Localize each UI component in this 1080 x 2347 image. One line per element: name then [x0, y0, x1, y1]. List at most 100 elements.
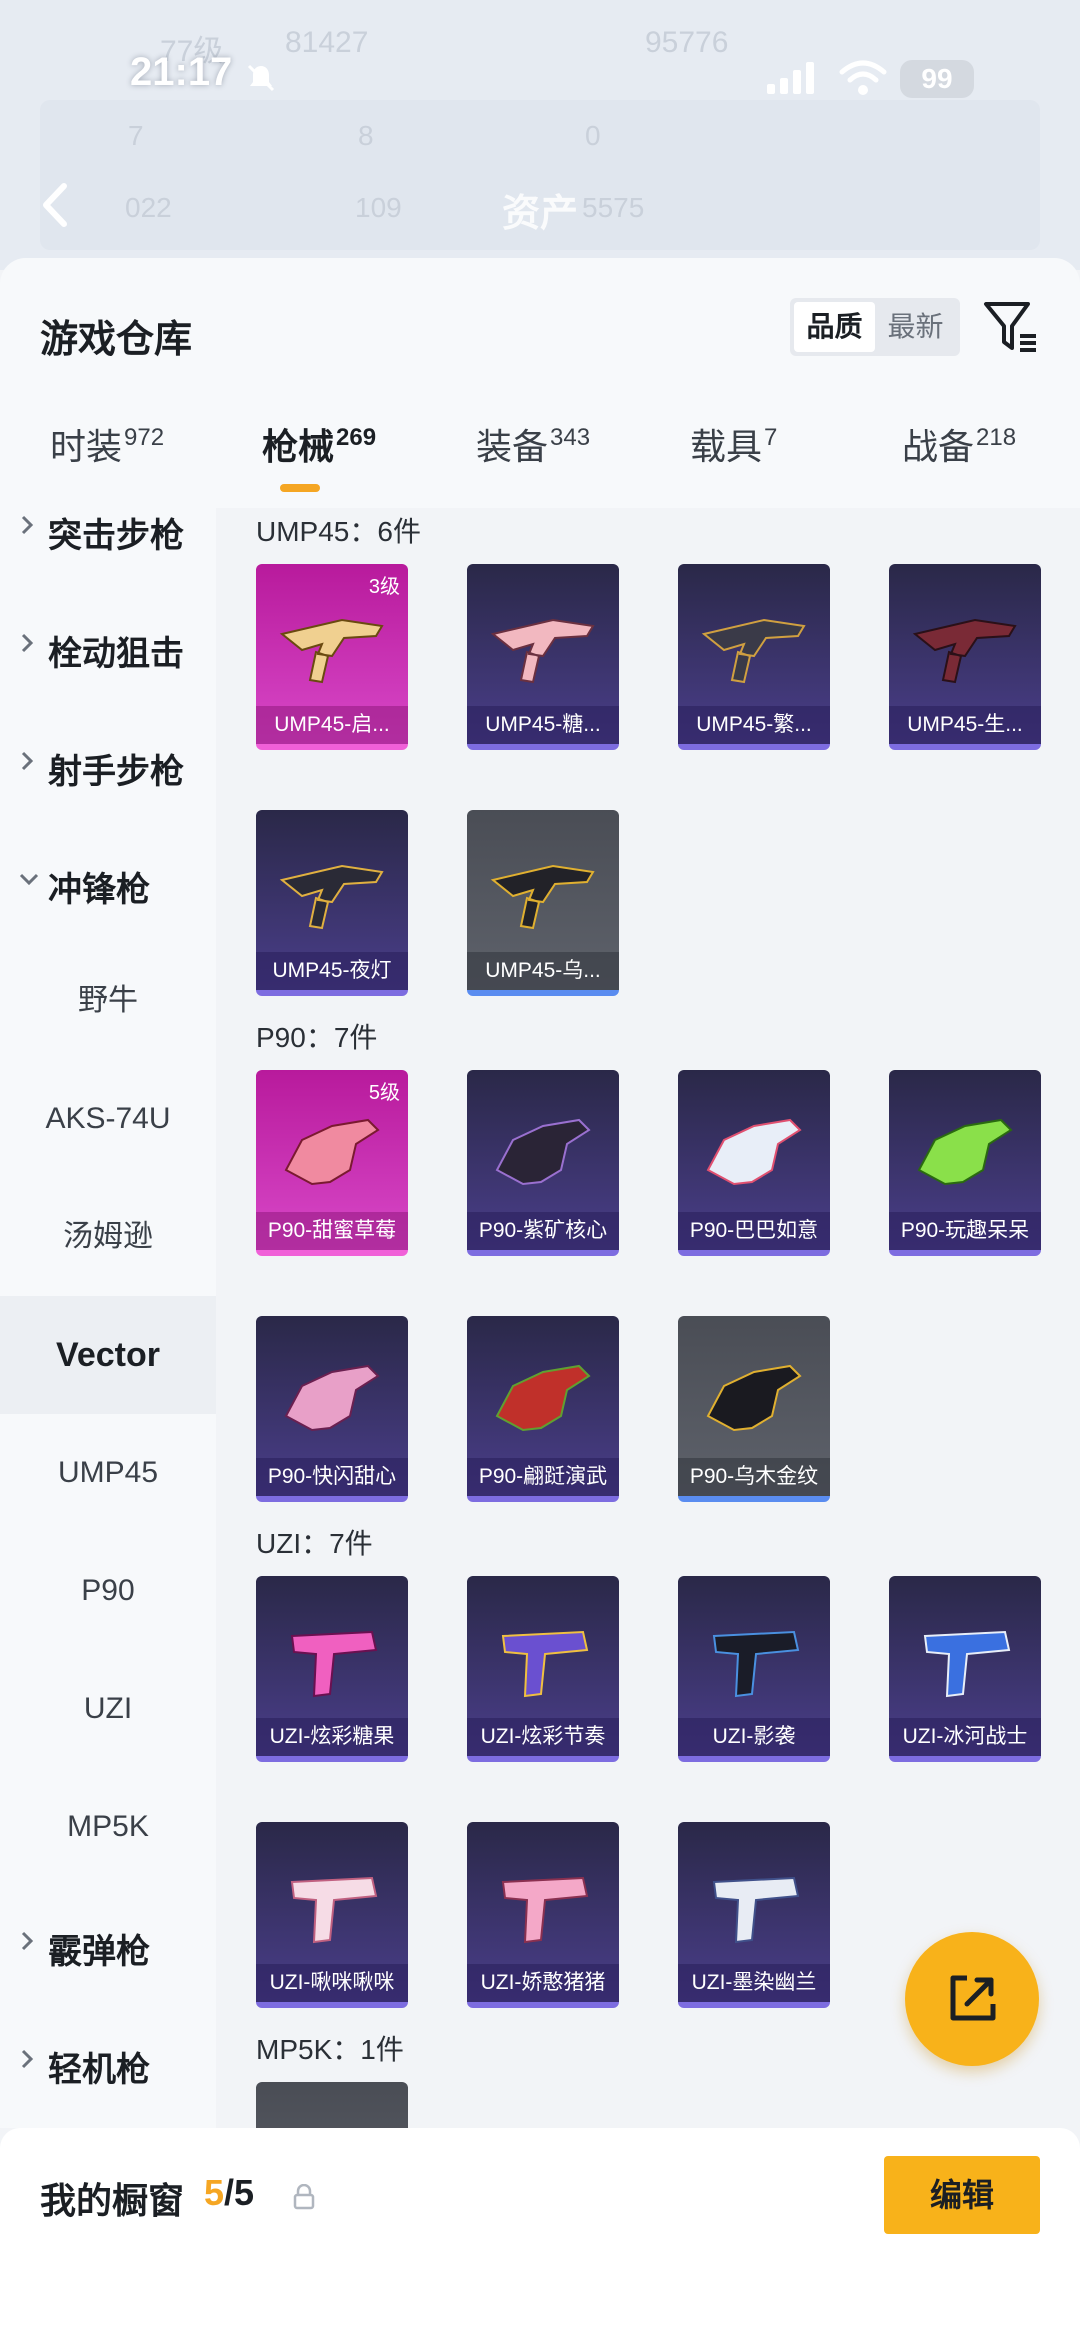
skin-card[interactable]: P90-紫矿核心 — [467, 1070, 619, 1256]
chevron-right-icon — [21, 633, 34, 653]
stat-3: 0 — [585, 120, 601, 151]
tab-supplies[interactable]: 战备218 — [902, 418, 1016, 470]
back-arrow-icon[interactable] — [36, 180, 76, 230]
smg-icon — [501, 1876, 589, 1944]
skin-card[interactable]: P90-玩趣呆呆 — [889, 1070, 1041, 1256]
share-button[interactable] — [905, 1932, 1039, 2066]
smg-icon — [272, 2112, 392, 2128]
chevron-right-icon — [21, 751, 34, 771]
showcase-count: 5/5 — [204, 2172, 255, 2213]
skin-card[interactable]: UZI-冰河战士 — [889, 1576, 1041, 1762]
smg-icon — [495, 1118, 591, 1186]
skin-card[interactable]: UZI-炫彩节奏 — [467, 1576, 619, 1762]
sidebar-category-smg[interactable]: 冲锋枪 — [0, 824, 216, 942]
skin-card[interactable]: 5级 P90-甜蜜草莓 — [256, 1070, 408, 1256]
skin-card[interactable]: UMP45-乌... — [467, 810, 619, 996]
sidebar-item-bizon[interactable]: 野牛 — [0, 942, 216, 1060]
showcase-bar: 我的橱窗 5/5 编辑 — [0, 2128, 1080, 2347]
category-tabs: 时装972 枪械269 装备343 载具7 战备218 — [0, 418, 1080, 508]
skin-card[interactable]: P90-翩跹演武 — [467, 1316, 619, 1502]
share-icon — [950, 1975, 996, 2021]
chevron-down-icon — [19, 873, 39, 886]
sort-quality-button[interactable]: 品质 — [794, 302, 875, 352]
status-time: 21:17 — [130, 50, 233, 94]
stat-5: 109 — [355, 192, 402, 223]
smg-icon — [495, 1364, 591, 1432]
wifi-icon — [839, 60, 887, 95]
showcase-title: 我的橱窗 — [40, 2180, 185, 2221]
sidebar-item-uzi[interactable]: UZI — [0, 1650, 216, 1768]
chevron-right-icon — [21, 1931, 34, 1951]
skin-card[interactable]: 3级 UMP45-启... — [256, 564, 408, 750]
smg-icon — [284, 1118, 380, 1186]
chevron-right-icon — [21, 2049, 34, 2069]
smg-icon — [290, 1630, 378, 1698]
smg-icon — [284, 1364, 380, 1432]
smg-icon — [290, 1876, 378, 1944]
profile-header-background: 77级 81427 95776 7 8 0 022 109 资产 5575 21… — [0, 0, 1080, 270]
smg-icon — [706, 1118, 802, 1186]
edit-button[interactable]: 编辑 — [884, 2156, 1040, 2234]
sidebar-category-shotgun[interactable]: 霰弹枪 — [0, 1886, 216, 2004]
skin-card[interactable] — [256, 2082, 408, 2128]
skin-card[interactable]: UMP45-糖... — [467, 564, 619, 750]
weapon-skin-grid: UMP45：6件 3级 UMP45-启... UMP45-糖... UMP45-… — [216, 508, 1080, 2128]
smg-icon — [279, 864, 384, 930]
skin-card[interactable]: UZI-墨染幽兰 — [678, 1822, 830, 2008]
sidebar-category-lmg[interactable]: 轻机枪 — [0, 2004, 216, 2122]
smg-icon — [706, 1364, 802, 1432]
tab-equipment[interactable]: 装备343 — [476, 418, 590, 470]
skin-card[interactable]: P90-巴巴如意 — [678, 1070, 830, 1256]
sidebar-category-marksman-rifle[interactable]: 射手步枪 — [0, 706, 216, 824]
smg-icon — [917, 1118, 1013, 1186]
tab-vehicles[interactable]: 载具7 — [690, 418, 777, 470]
warehouse-panel: 游戏仓库 品质 最新 时装972 枪械269 装备343 载具7 战备218 突… — [0, 258, 1080, 2128]
skin-card[interactable]: P90-快闪甜心 — [256, 1316, 408, 1502]
sort-newest-button[interactable]: 最新 — [875, 302, 956, 352]
tab-outfits[interactable]: 时装972 — [50, 418, 164, 470]
skin-card[interactable]: UMP45-夜灯 — [256, 810, 408, 996]
smg-icon — [712, 1630, 800, 1698]
sidebar-item-aks74u[interactable]: AKS-74U — [0, 1060, 216, 1178]
skin-card[interactable]: UZI-啾咪啾咪 — [256, 1822, 408, 2008]
skin-card[interactable]: UMP45-繁... — [678, 564, 830, 750]
page-title: 游戏仓库 — [40, 319, 193, 361]
smg-icon — [501, 1630, 589, 1698]
skin-card[interactable]: P90-乌木金纹 — [678, 1316, 830, 1502]
stat-1: 7 — [128, 120, 144, 151]
skin-card[interactable]: UZI-炫彩糖果 — [256, 1576, 408, 1762]
cellular-signal-icon — [767, 62, 814, 94]
skin-card[interactable]: UZI-娇憨猪猪 — [467, 1822, 619, 2008]
sidebar-item-mp5k[interactable]: MP5K — [0, 1768, 216, 1886]
sort-toggle: 品质 最新 — [790, 298, 960, 356]
active-tab-indicator — [280, 484, 320, 492]
asset-label: 资产 — [502, 193, 579, 235]
sidebar-item-thompson[interactable]: 汤姆逊 — [0, 1178, 216, 1296]
weapon-category-sidebar: 突击步枪 栓动狙击 射手步枪 冲锋枪 野牛 AKS-74U 汤姆逊 Vector… — [0, 508, 216, 2128]
sidebar-item-vector[interactable]: Vector — [0, 1296, 216, 1414]
status-bar: 21:17 99 — [0, 40, 1080, 120]
sidebar-item-p90[interactable]: P90 — [0, 1532, 216, 1650]
battery-indicator: 99 — [900, 60, 974, 98]
section-title-mp5k: MP5K：1件 — [256, 2034, 404, 2065]
chevron-right-icon — [21, 515, 34, 535]
smg-icon — [912, 618, 1017, 684]
smg-icon — [701, 618, 806, 684]
smg-icon — [279, 618, 384, 684]
sidebar-item-ump45[interactable]: UMP45 — [0, 1414, 216, 1532]
section-title-uzi: UZI：7件 — [256, 1528, 373, 1559]
silent-bell-icon — [247, 64, 275, 92]
sidebar-category-assault-rifle[interactable]: 突击步枪 — [0, 508, 216, 588]
smg-icon — [490, 618, 595, 684]
stat-4: 022 — [125, 192, 172, 223]
smg-icon — [490, 864, 595, 930]
skin-card[interactable]: UZI-影袭 — [678, 1576, 830, 1762]
sidebar-category-bolt-sniper[interactable]: 栓动狙击 — [0, 588, 216, 706]
skin-card[interactable]: UMP45-生... — [889, 564, 1041, 750]
stat-2: 8 — [358, 120, 374, 151]
asset-value: 5575 — [582, 192, 645, 223]
smg-icon — [712, 1876, 800, 1944]
smg-icon — [923, 1630, 1011, 1698]
filter-icon[interactable] — [982, 298, 1040, 356]
tab-weapons[interactable]: 枪械269 — [262, 418, 376, 470]
